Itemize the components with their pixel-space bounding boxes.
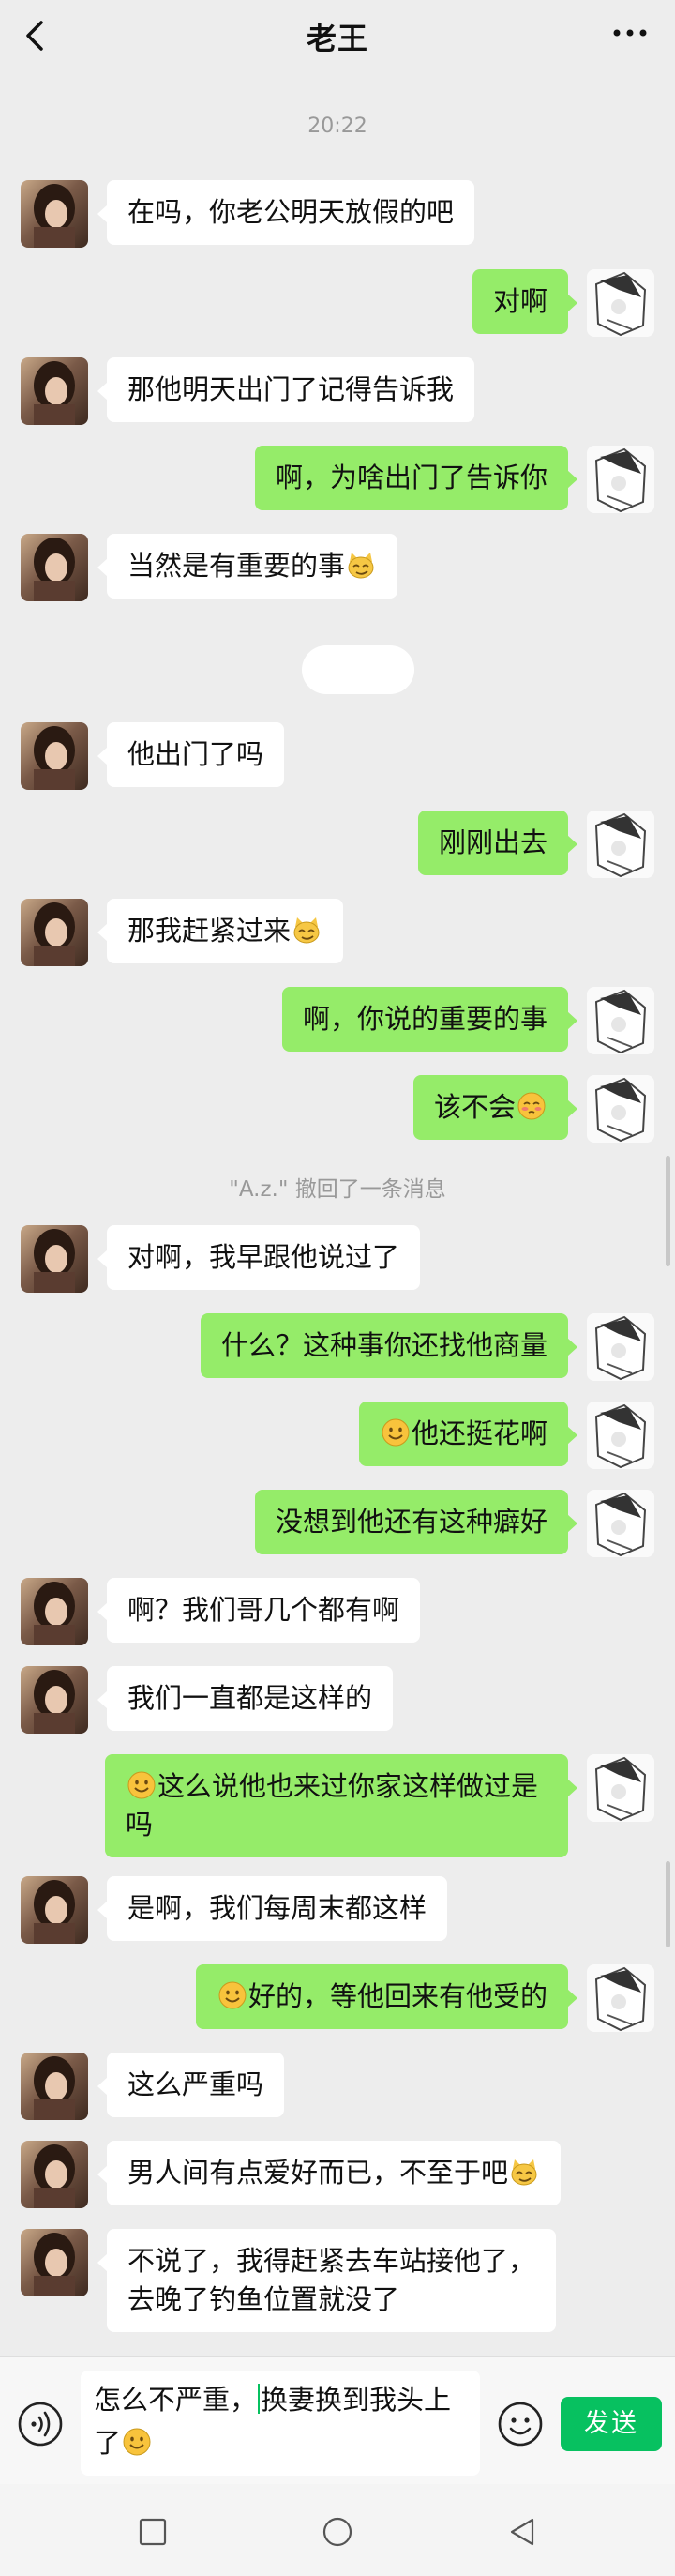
- self-avatar[interactable]: [587, 1075, 654, 1143]
- message-sent[interactable]: 好的，等他回来有他受的: [195, 1964, 578, 2029]
- message-text: 啊，为啥出门了告诉你: [275, 462, 548, 493]
- self-avatar[interactable]: [587, 446, 654, 513]
- self-avatar[interactable]: [587, 1490, 654, 1557]
- self-avatar[interactable]: [587, 1313, 654, 1381]
- message-sent[interactable]: 啊，你说的重要的事: [281, 987, 578, 1052]
- message-text: 他还挺花啊: [411, 1417, 548, 1449]
- self-avatar[interactable]: [587, 269, 654, 337]
- message-text: 那我赶紧过来: [128, 915, 292, 947]
- message-text: 男人间有点爱好而已，不至于吧: [128, 2157, 509, 2189]
- chat-header: 老王: [0, 0, 675, 71]
- message-text: 他出门了吗: [128, 738, 264, 770]
- text-cursor: [258, 2384, 261, 2414]
- message-text: 当然是有重要的事: [128, 550, 346, 582]
- cat-smirk-emoji: [345, 549, 377, 581]
- contact-avatar[interactable]: [21, 1666, 88, 1734]
- message-sent[interactable]: 没想到他还有这种癖好: [254, 1490, 578, 1554]
- message-text: 刚刚出去: [438, 826, 548, 858]
- system-nav-bar: [0, 2484, 675, 2576]
- chat-title: 老王: [306, 21, 368, 56]
- contact-avatar[interactable]: [21, 1225, 88, 1293]
- emoji-picker-icon[interactable]: [497, 2401, 544, 2447]
- contact-avatar[interactable]: [21, 722, 88, 790]
- self-avatar[interactable]: [587, 811, 654, 878]
- contact-avatar[interactable]: [21, 1876, 88, 1944]
- circle-icon[interactable]: [322, 2516, 353, 2548]
- message-text: 该不会: [433, 1091, 516, 1123]
- message-received[interactable]: 这么严重吗: [97, 2053, 285, 2117]
- self-avatar[interactable]: [587, 987, 654, 1054]
- message-sent[interactable]: 他还挺花啊: [358, 1402, 578, 1466]
- message-received[interactable]: 在吗，你老公明天放假的吧: [97, 180, 475, 245]
- message-text: 这么说他也来过你家这样做过是 吗: [126, 1770, 539, 1841]
- message-text: 我们一直都是这样的: [128, 1682, 373, 1714]
- smile-emoji: [121, 2426, 153, 2458]
- self-avatar[interactable]: [587, 1964, 654, 2032]
- message-text: 在吗，你老公明天放假的吧: [128, 196, 455, 228]
- message-received[interactable]: 对啊，我早跟他说过了: [97, 1225, 421, 1290]
- more-icon[interactable]: [611, 19, 649, 47]
- contact-avatar[interactable]: [21, 180, 88, 248]
- message-text: 什么？这种事你还找他商量: [220, 1329, 548, 1361]
- message-received[interactable]: 男人间有点爱好而已，不至于吧: [97, 2141, 562, 2205]
- contact-avatar[interactable]: [21, 1578, 88, 1645]
- scrollbar-thumb[interactable]: [666, 1156, 670, 1266]
- contact-avatar[interactable]: [21, 2053, 88, 2120]
- message-received[interactable]: 是啊，我们每周末都这样: [97, 1876, 448, 1941]
- square-icon[interactable]: [137, 2516, 169, 2548]
- send-button[interactable]: 发送: [561, 2397, 662, 2451]
- message-text: 对啊，我早跟他说过了: [128, 1241, 400, 1273]
- message-received[interactable]: 当然是有重要的事: [97, 534, 398, 599]
- message-received[interactable]: 不说了，我得赶紧去车站接他了， 去晚了钓鱼位置就没了: [97, 2229, 557, 2332]
- contact-avatar[interactable]: [21, 357, 88, 425]
- message-sent[interactable]: 刚刚出去: [417, 811, 578, 875]
- self-avatar[interactable]: [587, 1402, 654, 1469]
- message-received[interactable]: 啊？我们哥几个都有啊: [97, 1578, 421, 1643]
- message-text: 那他明天出门了记得告诉我: [128, 373, 455, 405]
- smile-emoji: [126, 1769, 158, 1801]
- message-text: 对啊: [492, 285, 548, 317]
- message-text: 这么严重吗: [128, 2068, 264, 2100]
- smile-emoji: [217, 1979, 248, 2011]
- message-received[interactable]: 他出门了吗: [97, 722, 285, 787]
- input-text-line2: 了: [94, 2427, 122, 2459]
- message-input[interactable]: 怎么不严重， 换妻换到我头上了: [81, 2371, 480, 2476]
- voice-icon[interactable]: [17, 2401, 64, 2447]
- cat-smirk-emoji: [508, 2156, 540, 2188]
- contact-avatar[interactable]: [21, 2141, 88, 2208]
- contact-avatar[interactable]: [21, 899, 88, 966]
- triangle-back-icon[interactable]: [506, 2516, 538, 2548]
- message-sent[interactable]: 啊，为啥出门了告诉你: [254, 446, 578, 510]
- input-text-line1-start: 怎么不严重，: [94, 2384, 258, 2416]
- contact-avatar[interactable]: [21, 2229, 88, 2296]
- cat-smirk-emoji: [291, 914, 322, 946]
- input-text-line1-end: 换妻换到我头上: [261, 2384, 452, 2416]
- message-text: 啊，你说的重要的事: [302, 1003, 548, 1035]
- smile-emoji: [380, 1417, 412, 1448]
- blushing-emoji: [516, 1090, 548, 1122]
- message-received[interactable]: 那我赶紧过来: [97, 899, 344, 963]
- message-received[interactable]: 我们一直都是这样的: [97, 1666, 394, 1731]
- message-received[interactable]: 那他明天出门了记得告诉我: [97, 357, 475, 422]
- message-text: 是啊，我们每周末都这样: [128, 1892, 428, 1924]
- message-text: 好的，等他回来有他受的: [248, 1980, 548, 2012]
- scrollbar-thumb[interactable]: [666, 1861, 670, 1947]
- input-bar: 怎么不严重， 换妻换到我头上了 发送: [0, 2356, 675, 2484]
- contact-avatar[interactable]: [21, 534, 88, 601]
- recall-notice: "A.z." 撤回了一条消息: [229, 1177, 446, 1202]
- message-sent[interactable]: 对啊: [472, 269, 578, 334]
- message-sent[interactable]: 这么说他也来过你家这样做过是 吗: [105, 1754, 578, 1857]
- message-timestamp: 20:22: [308, 114, 368, 138]
- message-sent[interactable]: 该不会: [412, 1075, 578, 1140]
- redacted-area: [302, 645, 414, 694]
- self-avatar[interactable]: [587, 1754, 654, 1822]
- message-text: 不说了，我得赶紧去车站接他了， 去晚了钓鱼位置就没了: [128, 2245, 536, 2315]
- message-text: 啊？我们哥几个都有啊: [128, 1594, 400, 1626]
- message-sent[interactable]: 什么？这种事你还找他商量: [200, 1313, 578, 1378]
- message-text: 没想到他还有这种癖好: [275, 1506, 548, 1538]
